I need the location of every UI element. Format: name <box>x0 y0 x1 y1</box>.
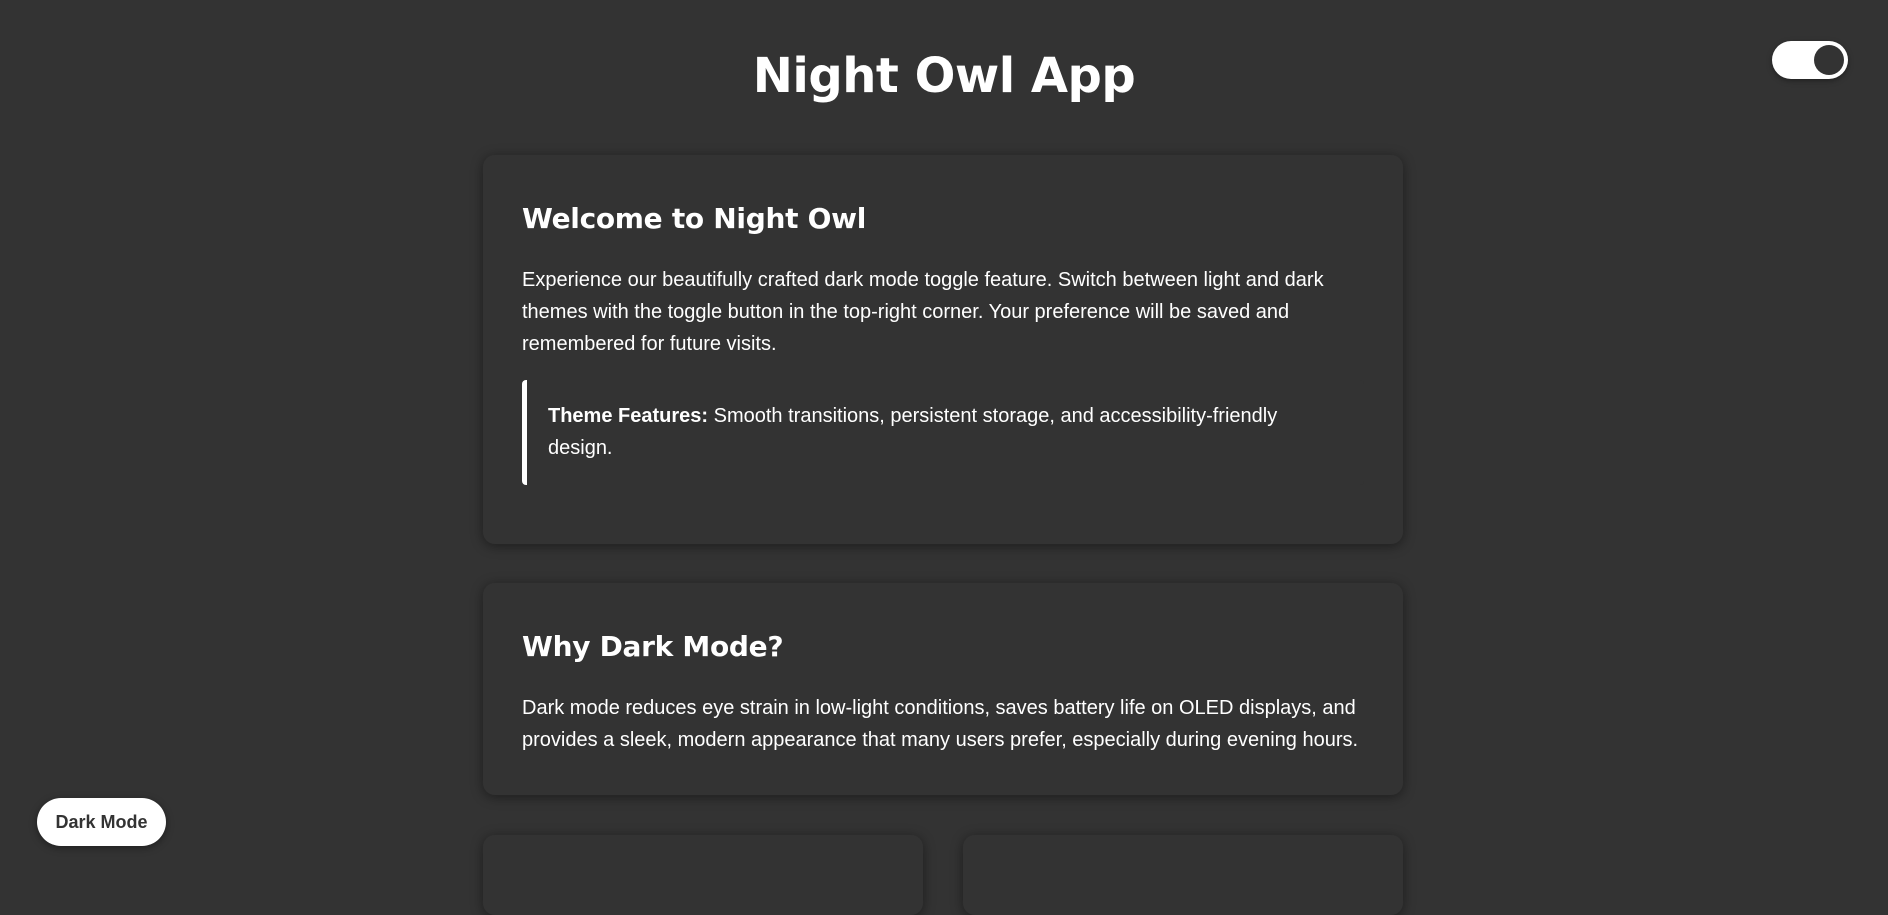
theme-toggle-switch[interactable] <box>1772 41 1848 79</box>
why-description: Dark mode reduces eye strain in low-ligh… <box>522 697 1359 751</box>
toggle-knob-icon <box>1814 45 1844 75</box>
feature-card-left <box>483 835 923 915</box>
why-dark-mode-card: Why Dark Mode? Dark mode reduces eye str… <box>483 583 1403 795</box>
welcome-heading: Welcome to Night Owl <box>522 202 867 235</box>
page-title: Night Owl App <box>752 48 1136 104</box>
feature-card-right <box>963 835 1403 915</box>
dark-mode-button[interactable]: Dark Mode <box>37 798 166 846</box>
welcome-description: Experience our beautifully crafted dark … <box>522 269 1324 355</box>
theme-features-label: Theme Features: <box>548 405 709 427</box>
theme-features-text: Theme Features: Smooth transitions, pers… <box>548 400 1338 464</box>
why-heading: Why Dark Mode? <box>522 630 784 663</box>
theme-features-callout: Theme Features: Smooth transitions, pers… <box>522 380 1364 485</box>
welcome-card: Welcome to Night Owl Experience our beau… <box>483 155 1403 544</box>
